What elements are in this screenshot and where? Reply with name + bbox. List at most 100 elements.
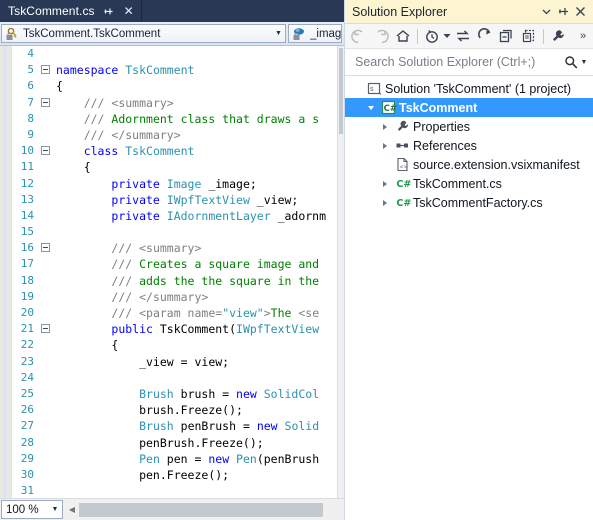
code-line[interactable]: 16 /// <summary> — [12, 240, 344, 256]
close-icon[interactable] — [572, 3, 589, 21]
code-line[interactable]: 12 private Image _image; — [12, 176, 344, 192]
code-line[interactable]: 26 brush.Freeze(); — [12, 402, 344, 418]
tree-item-label: TskComment.cs — [413, 176, 502, 191]
code-line[interactable]: 23 _view = view; — [12, 354, 344, 370]
line-number: 15 — [20, 225, 34, 239]
solution-tree[interactable]: s Solution 'TskComment' (1 project) C# TskC… — [345, 76, 593, 520]
code-editor-pane: TskComment.cs ✕ TskComment.TskComment ▼ … — [0, 0, 345, 520]
code-line[interactable]: 31 — [12, 483, 344, 499]
expander-collapsed-icon[interactable] — [377, 180, 393, 187]
field-private-icon — [292, 26, 307, 41]
dropdown-caret-icon[interactable] — [443, 33, 452, 39]
line-number: 20 — [20, 306, 34, 319]
indicator-margin[interactable] — [0, 46, 12, 520]
tree-item[interactable]: C# TskComment — [345, 98, 593, 117]
tree-item-label: References — [413, 138, 477, 153]
properties-icon[interactable] — [547, 26, 569, 47]
code-line[interactable]: 6{ — [12, 78, 344, 94]
expander-collapsed-icon[interactable] — [377, 142, 393, 149]
line-number: 5 — [27, 63, 34, 77]
member-dropdown[interactable]: _image — [288, 24, 342, 43]
line-number: 18 — [20, 273, 34, 287]
pending-changes-icon[interactable] — [421, 26, 443, 47]
code-line[interactable]: 4 — [12, 46, 344, 62]
scroll-left-arrow-icon[interactable]: ◀ — [65, 505, 79, 514]
code-text-area[interactable]: 4 5 namespace TskComment 6{7 /// <summary> 8… — [12, 46, 344, 520]
sync-with-active-document-icon[interactable] — [452, 26, 474, 47]
code-line-text: penBrush.Freeze(); — [56, 435, 264, 450]
code-line[interactable]: 27 Brush penBrush = new Solid — [12, 418, 344, 434]
search-options-caret-icon[interactable]: ▼ — [579, 59, 589, 66]
code-line[interactable]: 24 — [12, 370, 344, 386]
toolbar-overflow-icon[interactable]: » — [576, 30, 590, 42]
pin-icon[interactable] — [103, 4, 115, 18]
tree-item[interactable]: C# TskComment.cs — [345, 174, 593, 193]
code-line[interactable]: 14 private IAdornmentLayer _adornm — [12, 208, 344, 224]
code-line[interactable]: 21 public TskComment(IWpfTextView — [12, 321, 344, 337]
scrollbar-thumb[interactable] — [339, 48, 343, 134]
collapse-all-icon[interactable] — [496, 26, 518, 47]
tree-item[interactable]: <> source.extension.vsixmanifest — [345, 155, 593, 174]
chevron-down-icon[interactable]: ▼ — [48, 506, 62, 513]
code-line[interactable]: 13 private IWpfTextView _view; — [12, 192, 344, 208]
expander-collapsed-icon[interactable] — [377, 199, 393, 206]
toolbar-separator — [417, 28, 418, 44]
references-icon — [393, 138, 411, 153]
code-line[interactable]: 5 namespace TskComment — [12, 62, 344, 78]
close-icon[interactable]: ✕ — [123, 4, 135, 18]
home-icon[interactable] — [392, 26, 414, 47]
solution-explorer-pane: Solution Explorer » Search Solution Expl… — [345, 0, 593, 520]
tree-item-label: TskCommentFactory.cs — [413, 195, 543, 210]
tree-item[interactable]: References — [345, 136, 593, 155]
code-line[interactable]: 7 /// <summary> — [12, 95, 344, 111]
svg-text:C#: C# — [396, 198, 411, 209]
forward-icon[interactable] — [370, 26, 392, 47]
zoom-level-dropdown[interactable]: 100 % ▼ — [1, 500, 63, 519]
line-number: 26 — [20, 403, 34, 417]
editor-horizontal-scrollbar[interactable]: ◀ — [65, 500, 344, 519]
code-line[interactable]: 11 { — [12, 159, 344, 175]
search-input[interactable] — [353, 54, 562, 70]
line-number: 12 — [20, 176, 34, 190]
code-line[interactable]: 22 { — [12, 337, 344, 353]
code-line[interactable]: 20 /// <param name="view">The <se — [12, 305, 344, 321]
code-line[interactable]: 19 /// </summary> — [12, 289, 344, 305]
show-all-files-icon[interactable] — [518, 26, 540, 47]
editor-vertical-scrollbar[interactable] — [337, 46, 344, 520]
type-dropdown[interactable]: TskComment.TskComment ▼ — [1, 24, 286, 43]
code-line[interactable]: 9 /// </summary> — [12, 127, 344, 143]
expander-expanded-icon[interactable] — [363, 105, 379, 110]
tree-item[interactable]: s Solution 'TskComment' (1 project) — [345, 79, 593, 98]
hscroll-track[interactable] — [79, 502, 344, 518]
csharp-file-icon: C# — [393, 195, 411, 210]
chevron-down-icon[interactable]: ▼ — [272, 25, 285, 42]
document-tab-tskcomment-cs[interactable]: TskComment.cs ✕ — [0, 0, 142, 22]
line-number: 23 — [20, 354, 34, 368]
line-number: 17 — [20, 257, 34, 271]
window-dropdown-icon[interactable] — [538, 3, 555, 21]
back-icon[interactable] — [348, 26, 370, 47]
code-line-text: private IWpfTextView _view; — [111, 192, 299, 207]
code-line-text: { — [56, 79, 63, 94]
code-line[interactable]: 29 Pen pen = new Pen(penBrush — [12, 451, 344, 467]
tree-item[interactable]: Properties — [345, 117, 593, 136]
code-line[interactable]: 25 Brush brush = new SolidCol — [12, 386, 344, 402]
csharp-project-icon: C# — [379, 100, 397, 115]
code-surface[interactable]: 4 5 namespace TskComment 6{7 /// <summary> 8… — [0, 46, 344, 520]
search-icon[interactable] — [562, 53, 579, 71]
code-line-text: { — [56, 338, 119, 353]
tree-item[interactable]: C# TskCommentFactory.cs — [345, 193, 593, 212]
code-line[interactable]: 17 /// Creates a square image and — [12, 256, 344, 272]
pin-icon[interactable] — [555, 3, 572, 21]
code-line[interactable]: 18 /// adds the the square in the — [12, 273, 344, 289]
line-number: 6 — [27, 79, 34, 93]
hscroll-thumb[interactable] — [79, 502, 323, 517]
expander-collapsed-icon[interactable] — [377, 123, 393, 130]
code-line[interactable]: 8 /// Adornment class that draws a s — [12, 111, 344, 127]
refresh-icon[interactable] — [474, 26, 496, 47]
visual-studio-window: TskComment.cs ✕ TskComment.TskComment ▼ … — [0, 0, 593, 520]
code-line[interactable]: 28 penBrush.Freeze(); — [12, 435, 344, 451]
code-line[interactable]: 10 class TskComment — [12, 143, 344, 159]
code-line[interactable]: 30 pen.Freeze(); — [12, 467, 344, 483]
code-line[interactable]: 15 — [12, 224, 344, 240]
